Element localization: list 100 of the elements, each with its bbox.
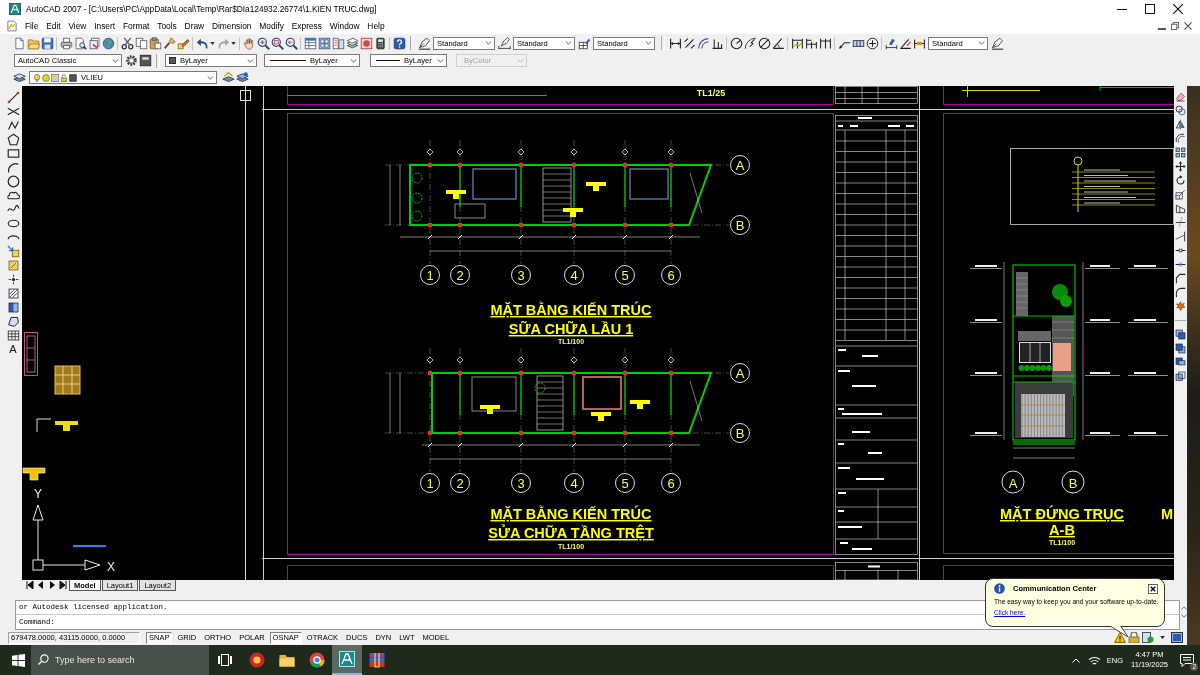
markup-square-icon[interactable] (359, 36, 373, 50)
minimize-icon[interactable] (1158, 27, 1166, 30)
dimension-pen-icon[interactable] (497, 36, 511, 50)
brush-icon[interactable] (162, 36, 176, 50)
rotate-icon[interactable] (1175, 175, 1186, 186)
page-magnifier-icon[interactable] (73, 36, 87, 50)
arc-icon[interactable] (6, 161, 20, 174)
maximize-icon[interactable] (1145, 4, 1155, 14)
notification-icon[interactable] (1180, 653, 1194, 667)
gradient-icon[interactable] (6, 301, 20, 314)
two-circles-icon[interactable] (1175, 105, 1186, 116)
circle-icon[interactable] (6, 175, 20, 188)
menu-item[interactable]: Modify (255, 21, 288, 31)
polygon-icon[interactable] (6, 133, 20, 146)
point-icon[interactable] (6, 273, 20, 286)
extend-icon[interactable] (1175, 231, 1186, 242)
linear-dimension-icon[interactable] (668, 36, 682, 50)
menu-item[interactable]: Dimension (208, 21, 256, 31)
oblique-edit-icon[interactable] (898, 36, 912, 50)
pen-icon[interactable] (990, 36, 1004, 50)
lightbulb-icon[interactable] (33, 73, 41, 82)
circle-diameter-icon[interactable] (757, 36, 771, 50)
center-mark-icon[interactable] (865, 36, 879, 50)
text-tool-button[interactable]: A (9, 343, 17, 355)
break-icon[interactable] (1175, 245, 1186, 256)
ellipse-icon[interactable] (6, 217, 20, 230)
block-insert-icon[interactable] (6, 245, 20, 258)
overlap-squares-icon[interactable] (1175, 371, 1186, 382)
table-icon[interactable] (6, 329, 20, 342)
offset-icon[interactable] (1175, 133, 1186, 144)
calculator-icon[interactable] (373, 36, 387, 50)
menu-item[interactable]: Express (287, 21, 326, 31)
trim-icon[interactable] (1175, 217, 1186, 228)
first-arrow-icon[interactable] (25, 581, 34, 589)
aligned-dimension-icon[interactable] (682, 36, 696, 50)
scissors-icon[interactable] (120, 36, 134, 50)
menu-item[interactable]: File (21, 21, 43, 31)
property-grid-icon[interactable] (303, 36, 317, 50)
pen-icon[interactable] (417, 36, 431, 50)
undo-arrow-icon[interactable] (195, 36, 209, 50)
crossing-lines-icon[interactable] (6, 105, 20, 118)
quick-dimension-icon[interactable] (790, 36, 804, 50)
four-panels-icon[interactable] (317, 36, 331, 50)
array-icon[interactable] (1175, 147, 1186, 158)
sun-icon[interactable] (42, 73, 50, 82)
padlock-icon[interactable] (1128, 632, 1140, 643)
hatch-icon[interactable] (6, 287, 20, 300)
close-icon[interactable] (1173, 4, 1183, 14)
move-icon[interactable] (1175, 161, 1186, 172)
rectangle-icon[interactable] (6, 147, 20, 160)
angle-arc-icon[interactable] (771, 36, 785, 50)
globe-icon[interactable] (101, 36, 115, 50)
sun-viewport-icon[interactable] (51, 73, 59, 82)
padlock-icon[interactable] (60, 73, 68, 82)
fillet-icon[interactable] (1175, 287, 1186, 298)
menu-item[interactable]: Draw (180, 21, 208, 31)
document-check-icon[interactable] (1142, 632, 1154, 643)
color-swatch-icon[interactable] (69, 73, 77, 82)
help-icon[interactable] (392, 36, 406, 50)
continue-dimension-icon[interactable] (818, 36, 832, 50)
eraser-icon[interactable] (1175, 91, 1186, 102)
network-icon[interactable] (1087, 654, 1101, 666)
clipboard-icon[interactable] (148, 36, 162, 50)
front-square-icon[interactable] (1175, 329, 1186, 340)
sheet-stack-icon[interactable] (345, 36, 359, 50)
stacked-squares-icon[interactable] (1175, 357, 1186, 368)
chevron-down-icon[interactable] (1180, 614, 1187, 618)
dimension-update-icon[interactable] (912, 36, 926, 50)
stacked-pages-icon[interactable] (87, 36, 101, 50)
layer-stack-icon[interactable] (236, 71, 249, 84)
join-icon[interactable] (1175, 259, 1186, 270)
menu-item[interactable]: Insert (90, 21, 120, 31)
circle-radius-icon[interactable] (729, 36, 743, 50)
dimension-edit-icon[interactable] (884, 36, 898, 50)
hand-icon[interactable] (242, 36, 256, 50)
polyline-icon[interactable] (6, 119, 20, 132)
warning-icon[interactable] (1114, 632, 1126, 643)
gear-icon[interactable] (124, 54, 138, 67)
jogged-radius-icon[interactable] (743, 36, 757, 50)
ordinate-lines-icon[interactable] (710, 36, 724, 50)
start-icon[interactable] (12, 653, 25, 667)
close-icon[interactable] (1184, 22, 1192, 30)
right-arrow-icon[interactable] (47, 581, 56, 589)
region-icon[interactable] (6, 315, 20, 328)
menu-item[interactable]: Format (119, 21, 154, 31)
close-icon[interactable] (1148, 583, 1158, 594)
menu-item[interactable]: Tools (153, 21, 181, 31)
folder-icon[interactable] (26, 36, 40, 50)
magnifier-window-icon[interactable] (270, 36, 284, 50)
taskbar-app-button[interactable] (332, 645, 362, 675)
layer-arrow-icon[interactable] (222, 71, 235, 84)
dark-panel-icon[interactable] (138, 54, 152, 67)
mirror-icon[interactable] (1175, 119, 1186, 130)
restore-icon[interactable] (1171, 22, 1179, 30)
block-icon[interactable] (6, 259, 20, 272)
scale-icon[interactable] (1175, 189, 1186, 200)
baseline-dimension-icon[interactable] (804, 36, 818, 50)
menu-item[interactable]: View (64, 21, 91, 31)
cloud-icon[interactable] (6, 189, 20, 202)
caret-icon[interactable] (210, 41, 215, 45)
